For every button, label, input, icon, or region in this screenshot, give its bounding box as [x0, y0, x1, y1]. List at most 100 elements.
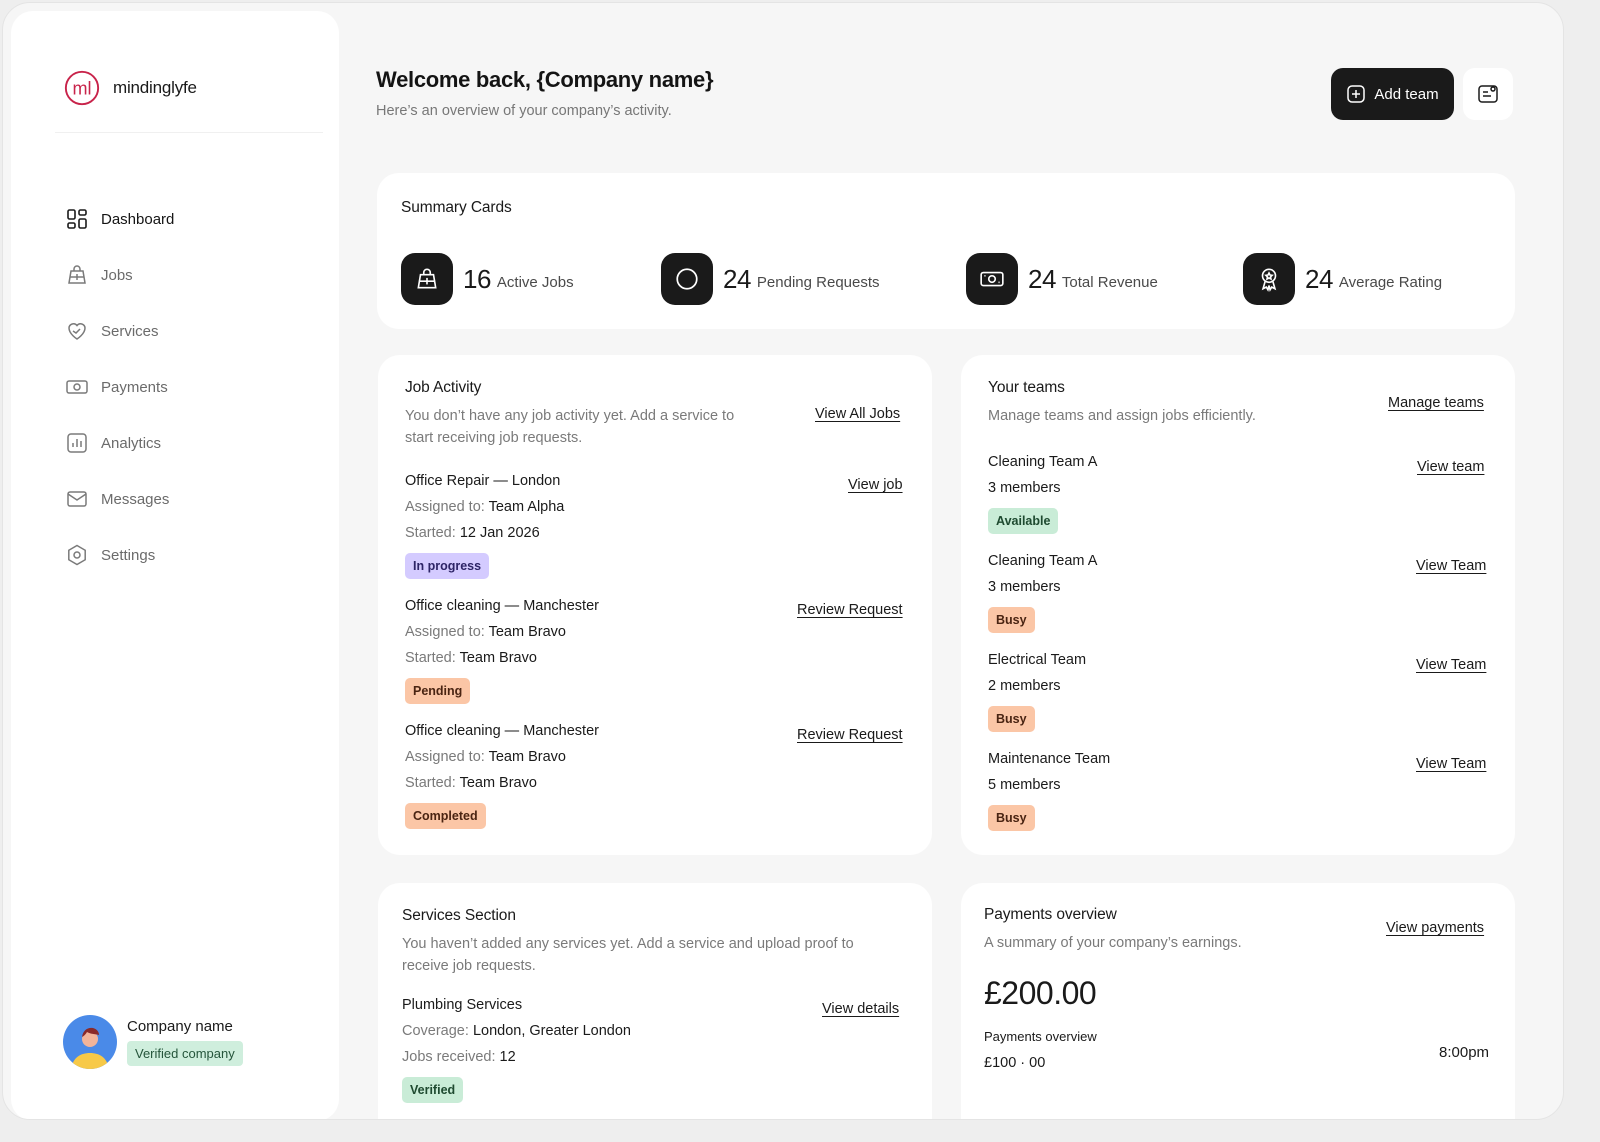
- services-card: Services Section You haven’t added any s…: [378, 883, 932, 1119]
- payments-card: Payments overview A summary of your comp…: [961, 883, 1515, 1119]
- service-item[interactable]: Plumbing Services Coverage: London, Grea…: [402, 997, 631, 1103]
- job-started-date: Team Bravo: [459, 775, 537, 791]
- status-badge: In progress: [405, 553, 490, 579]
- stat-pending-requests[interactable]: 24 Pending Requests: [661, 253, 880, 305]
- status-badge: Busy: [988, 607, 1035, 633]
- sidebar-item-analytics[interactable]: Analytics: [65, 415, 174, 471]
- stat-icon-box: [966, 253, 1018, 305]
- messages-envelope-icon: [67, 491, 87, 507]
- stat-label: Pending Requests: [756, 273, 880, 291]
- team-members: 2 members: [988, 678, 1061, 694]
- jobs-bag-icon: [68, 265, 86, 284]
- job-assigned-prefix: Assigned to:: [405, 749, 485, 765]
- profile-card-button[interactable]: [1463, 68, 1513, 120]
- stat-value: 24: [1305, 263, 1333, 294]
- status-badge: Busy: [988, 805, 1035, 831]
- team-item[interactable]: Cleaning Team A 3 members Busy: [988, 553, 1097, 633]
- job-item[interactable]: Office Repair — London Assigned to: Team…: [405, 473, 564, 579]
- team-item[interactable]: Cleaning Team A 3 members Available: [988, 454, 1097, 534]
- stat-value: 24: [723, 263, 751, 294]
- service-jobs-value: 12: [499, 1049, 516, 1065]
- job-assigned-prefix: Assigned to:: [405, 499, 485, 515]
- job-item[interactable]: Office cleaning — Manchester Assigned to…: [405, 598, 599, 704]
- services-title: Services Section: [402, 907, 516, 924]
- sidebar-item-jobs[interactable]: Jobs: [65, 247, 174, 303]
- sidebar-item-label: Services: [101, 322, 159, 340]
- page-subtitle: Here’s an overview of your company’s act…: [376, 103, 672, 119]
- view-details-link[interactable]: View details: [822, 1001, 899, 1017]
- job-started: Started: 12 Jan 2026: [405, 525, 564, 541]
- job-started-prefix: Started:: [405, 525, 456, 541]
- stat-label: Total Revenue: [1061, 273, 1158, 291]
- sidebar-item-messages[interactable]: Messages: [65, 471, 174, 527]
- add-team-label: Add team: [1374, 85, 1439, 103]
- id-card-icon: [1478, 85, 1498, 103]
- avatar: [63, 1015, 117, 1069]
- job-started-prefix: Started:: [405, 650, 456, 666]
- award-ribbon-icon: [1261, 268, 1277, 292]
- analytics-chart-icon: [67, 433, 87, 453]
- brand-divider: [55, 132, 323, 133]
- company-profile[interactable]: Company name Verified company: [63, 1015, 243, 1069]
- sidebar-item-settings[interactable]: Settings: [65, 527, 174, 583]
- team-name: Maintenance Team: [988, 751, 1111, 767]
- job-started: Started: Team Bravo: [405, 650, 599, 666]
- view-team-link[interactable]: View Team: [1416, 756, 1486, 772]
- sidebar-item-dashboard[interactable]: Dashboard: [65, 191, 174, 247]
- view-team-link[interactable]: View Team: [1416, 558, 1486, 574]
- team-members: 3 members: [988, 480, 1061, 496]
- stat-average-rating[interactable]: 24 Average Rating: [1243, 253, 1442, 305]
- job-started-date: 12 Jan 2026: [459, 525, 540, 541]
- job-assigned-team: Team Bravo: [488, 624, 566, 640]
- stat-icon-box: [401, 253, 453, 305]
- service-coverage-prefix: Coverage:: [402, 1023, 469, 1039]
- status-badge: Available: [988, 508, 1059, 534]
- brand[interactable]: ml mindinglyfe: [63, 69, 197, 107]
- team-name: Cleaning Team A: [988, 454, 1098, 470]
- teams-title: Your teams: [988, 379, 1065, 396]
- stat-active-jobs[interactable]: 16 Active Jobs: [401, 253, 574, 305]
- page-title: Welcome back, {Company name}: [376, 67, 714, 92]
- add-team-button[interactable]: Add team: [1331, 68, 1454, 120]
- payments-total: £200.00: [984, 975, 1097, 1011]
- services-heart-icon: [68, 323, 86, 340]
- jobs-bag-icon: [417, 268, 437, 289]
- view-team-link[interactable]: View Team: [1416, 657, 1486, 673]
- status-badge: Completed: [405, 803, 486, 829]
- review-request-link[interactable]: Review Request: [797, 727, 903, 743]
- team-name: Electrical Team: [988, 652, 1087, 668]
- team-item[interactable]: Maintenance Team 5 members Busy: [988, 751, 1110, 831]
- team-item[interactable]: Electrical Team 2 members Busy: [988, 652, 1086, 732]
- stat-label: Active Jobs: [496, 273, 574, 291]
- view-all-jobs-link[interactable]: View All Jobs: [815, 406, 900, 422]
- manage-teams-link[interactable]: Manage teams: [1388, 395, 1484, 411]
- sidebar-item-payments[interactable]: Payments: [65, 359, 174, 415]
- status-badge: Pending: [405, 678, 471, 704]
- stat-total-revenue[interactable]: 24 Total Revenue: [966, 253, 1158, 305]
- job-assigned: Assigned to: Team Bravo: [405, 749, 599, 765]
- view-team-link[interactable]: View team: [1417, 459, 1484, 475]
- svg-text:ml: ml: [72, 79, 91, 99]
- view-payments-link[interactable]: View payments: [1386, 920, 1484, 936]
- team-members: 5 members: [988, 777, 1061, 793]
- payments-time: 8:00pm: [1439, 1044, 1490, 1061]
- payments-sub-label: Payments overview: [984, 1029, 1097, 1044]
- job-activity-description: You don’t have any job activity yet. Add…: [405, 408, 735, 446]
- view-job-link[interactable]: View job: [848, 477, 903, 493]
- job-item[interactable]: Office cleaning — Manchester Assigned to…: [405, 723, 599, 829]
- summary-title: Summary Cards: [401, 199, 512, 216]
- stat-icon-box: [661, 253, 713, 305]
- circle-icon: [676, 268, 698, 290]
- settings-hex-icon: [68, 544, 86, 566]
- stat-value: 24: [1028, 263, 1056, 294]
- status-badge: Verified: [402, 1077, 464, 1103]
- teams-card: Your teams Manage teams and assign jobs …: [961, 355, 1515, 855]
- job-activity-title: Job Activity: [405, 379, 482, 396]
- job-assigned: Assigned to: Team Alpha: [405, 499, 564, 515]
- job-started-date: Team Bravo: [459, 650, 537, 666]
- sidebar-nav: Dashboard Jobs Services Payments Analyti…: [65, 191, 174, 583]
- sidebar-item-services[interactable]: Services: [65, 303, 174, 359]
- review-request-link[interactable]: Review Request: [797, 602, 903, 618]
- sidebar-item-label: Analytics: [101, 434, 162, 452]
- team-members: 3 members: [988, 579, 1061, 595]
